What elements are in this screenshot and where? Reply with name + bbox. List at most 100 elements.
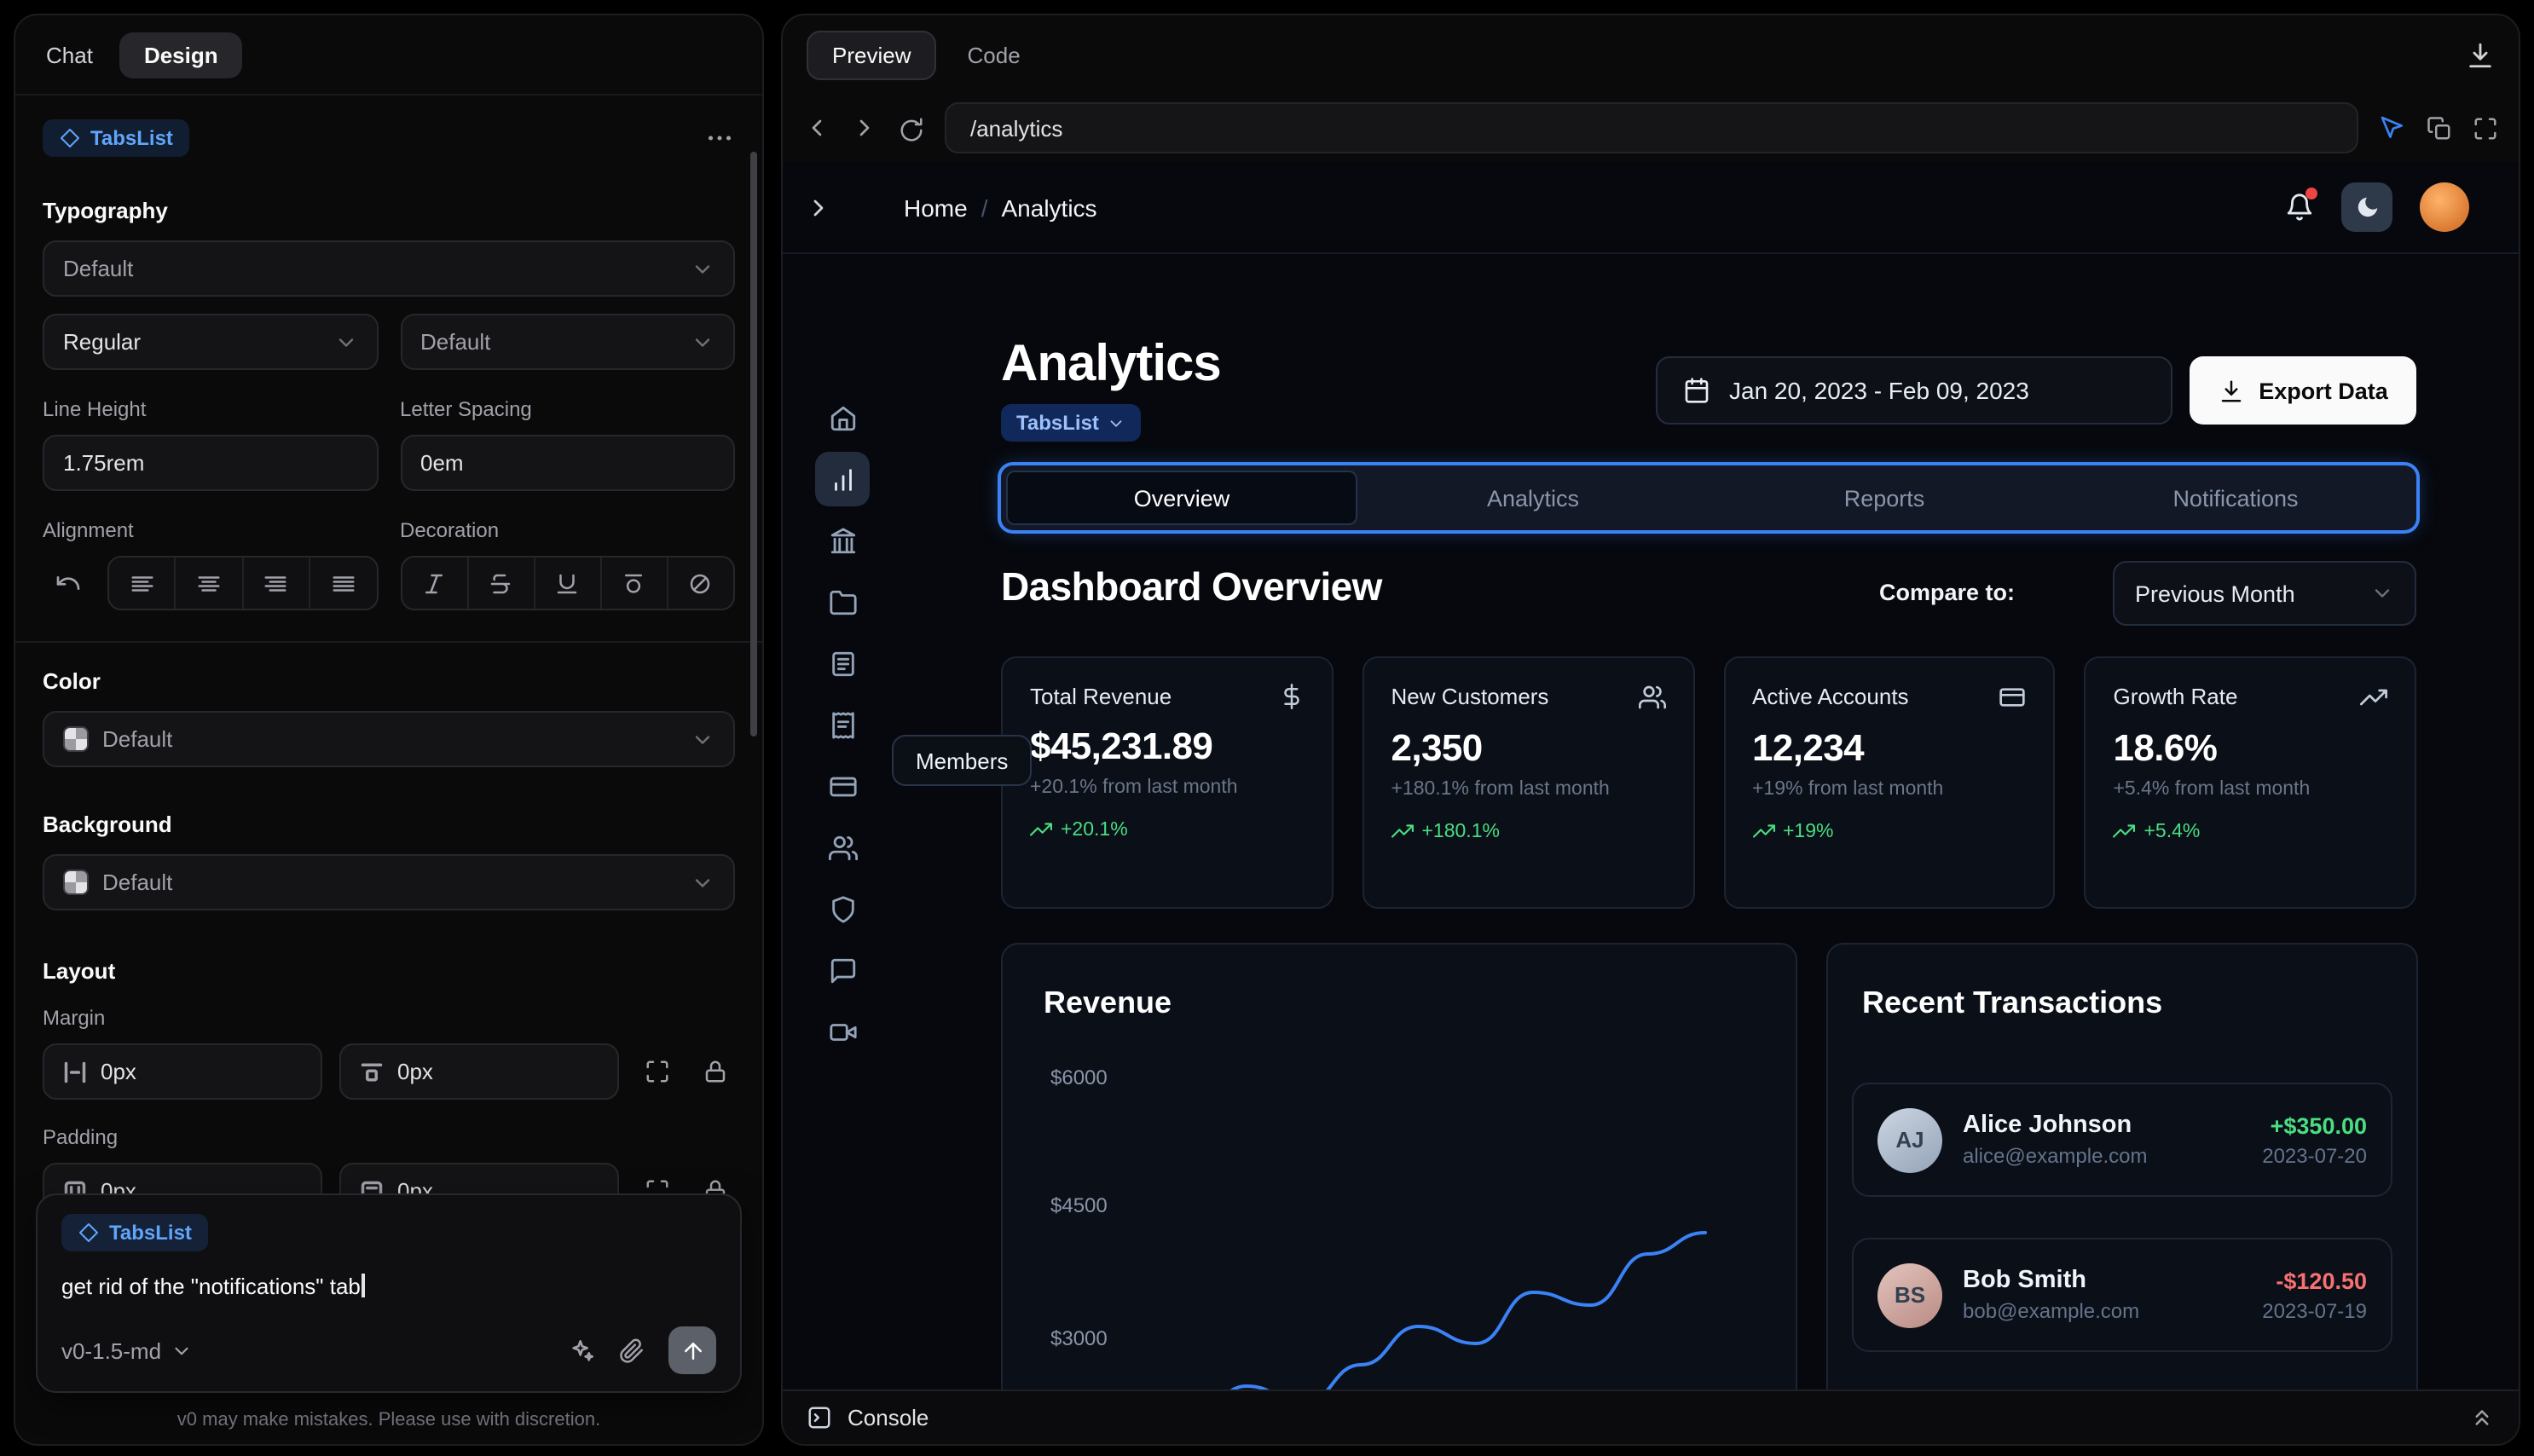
- strikethrough-icon[interactable]: [466, 558, 533, 609]
- align-center-icon[interactable]: [174, 558, 242, 609]
- tab-design[interactable]: Design: [119, 32, 242, 78]
- forward-icon[interactable]: [851, 114, 878, 142]
- stat-card-new-customers: New Customers 2,350 +180.1% from last mo…: [1362, 656, 1694, 909]
- sidebar-bank-icon[interactable]: [815, 513, 870, 568]
- tab-reports[interactable]: Reports: [1709, 471, 2060, 525]
- disclaimer-text: v0 may make mistakes. Please use with di…: [176, 1410, 601, 1430]
- color-section-label: Color: [43, 668, 101, 694]
- users-icon: [1638, 684, 1665, 711]
- chevron-down-icon: [691, 870, 714, 894]
- avatar: AJ: [1877, 1107, 1942, 1172]
- font-size-select[interactable]: Default: [400, 314, 735, 370]
- send-button[interactable]: [668, 1326, 716, 1374]
- design-panel: Chat Design TabsList Typography Default …: [14, 14, 764, 1446]
- typography-section-label: Typography: [43, 198, 168, 223]
- sidebar-analytics-icon[interactable]: [815, 452, 870, 506]
- font-weight-select[interactable]: Regular: [43, 314, 378, 370]
- app-viewport: Home / Analytics Members Analytics TabsL…: [783, 162, 2519, 1390]
- theme-toggle-button[interactable]: [2341, 182, 2392, 232]
- composer-input[interactable]: get rid of the "notifications" tab: [61, 1274, 716, 1299]
- fullscreen-icon[interactable]: [2473, 115, 2498, 141]
- url-input[interactable]: /analytics: [945, 102, 2358, 153]
- background-section-label: Background: [43, 812, 172, 837]
- trending-up-icon: [1752, 820, 1774, 842]
- breadcrumb-current: Analytics: [1001, 194, 1097, 221]
- model-select[interactable]: v0-1.5-md: [61, 1338, 192, 1363]
- selected-component-chip[interactable]: TabsList: [43, 119, 190, 157]
- compare-label: Compare to:: [1879, 580, 2016, 605]
- chevron-down-icon: [691, 257, 714, 280]
- color-select[interactable]: Default: [43, 711, 735, 767]
- tab-chat[interactable]: Chat: [46, 42, 93, 67]
- breadcrumb-separator: /: [981, 194, 988, 221]
- section-heading: Dashboard Overview: [1001, 564, 1382, 609]
- sidebar-credit-card-icon[interactable]: [815, 759, 870, 813]
- sidebar-folder-icon[interactable]: [815, 575, 870, 629]
- transaction-date: 2023-07-19: [2262, 1298, 2367, 1322]
- align-justify-icon[interactable]: [309, 558, 376, 609]
- align-right-icon[interactable]: [241, 558, 310, 609]
- copy-icon[interactable]: [2427, 115, 2452, 141]
- overline-icon[interactable]: [599, 558, 667, 609]
- stat-card-total-revenue: Total Revenue $45,231.89 +20.1% from las…: [1001, 656, 1334, 909]
- tab-notifications[interactable]: Notifications: [2060, 471, 2411, 525]
- panel-scrollbar[interactable]: [750, 152, 757, 737]
- font-family-select[interactable]: Default: [43, 240, 735, 297]
- date-range-button[interactable]: Jan 20, 2023 - Feb 09, 2023: [1656, 356, 2172, 425]
- underline-icon[interactable]: [533, 558, 599, 609]
- tab-overview[interactable]: Overview: [1006, 471, 1357, 525]
- margin-expand-icon[interactable]: [636, 1044, 677, 1099]
- background-select[interactable]: Default: [43, 854, 735, 910]
- sidebar-receipt-icon[interactable]: [815, 697, 870, 752]
- text-cursor: [362, 1274, 365, 1297]
- align-left-icon[interactable]: [109, 558, 175, 609]
- chevrons-up-icon[interactable]: [2469, 1405, 2495, 1430]
- decoration-control: [400, 556, 735, 610]
- user-avatar[interactable]: [2420, 182, 2469, 232]
- notifications-bell-icon[interactable]: [2285, 188, 2317, 222]
- undo-icon[interactable]: [43, 556, 94, 610]
- italic-icon[interactable]: [402, 558, 466, 609]
- more-options-button[interactable]: [704, 123, 735, 153]
- tab-analytics[interactable]: Analytics: [1357, 471, 1709, 525]
- margin-y-input[interactable]: 0px: [339, 1043, 619, 1100]
- export-data-button[interactable]: Export Data: [2190, 356, 2416, 425]
- inspect-cursor-icon[interactable]: [2379, 114, 2406, 142]
- sidebar-video-icon[interactable]: [815, 1004, 870, 1059]
- sidebar-document-icon[interactable]: [815, 636, 870, 690]
- transaction-amount: -$120.50: [2276, 1268, 2367, 1293]
- chat-composer[interactable]: TabsList get rid of the "notifications" …: [36, 1193, 742, 1393]
- back-icon[interactable]: [803, 114, 830, 142]
- sidebar-messages-icon[interactable]: [815, 943, 870, 997]
- margin-x-input[interactable]: 0px: [43, 1043, 322, 1100]
- download-icon[interactable]: [2466, 40, 2495, 69]
- console-label: Console: [848, 1405, 929, 1430]
- margin-lock-icon[interactable]: [694, 1044, 735, 1099]
- sidebar-toggle-icon[interactable]: [805, 194, 832, 221]
- transaction-row[interactable]: AJ Alice Johnson alice@example.com +$350…: [1852, 1083, 2392, 1197]
- tabs-list: Overview Analytics Reports Notifications: [1001, 465, 2416, 530]
- sidebar-members-icon[interactable]: [815, 820, 870, 875]
- transaction-row[interactable]: BS Bob Smith bob@example.com -$120.50 20…: [1852, 1238, 2392, 1352]
- selection-badge[interactable]: TabsList: [1001, 404, 1142, 442]
- background-swatch-icon: [63, 870, 89, 895]
- letter-spacing-label: Letter Spacing: [400, 397, 532, 421]
- tab-code[interactable]: Code: [954, 32, 1034, 78]
- line-height-input[interactable]: 1.75rem: [43, 435, 378, 491]
- no-decoration-icon[interactable]: [666, 558, 733, 609]
- letter-spacing-input[interactable]: 0em: [400, 435, 735, 491]
- sidebar-home-icon[interactable]: [815, 390, 870, 445]
- sidebar-security-icon[interactable]: [815, 881, 870, 936]
- revenue-line-path: [1229, 1231, 1707, 1390]
- attachment-icon[interactable]: [619, 1338, 645, 1363]
- composer-component-chip[interactable]: TabsList: [61, 1214, 209, 1251]
- component-diamond-icon: [60, 128, 80, 148]
- enhance-prompt-icon[interactable]: [568, 1337, 595, 1364]
- alignment-label: Alignment: [43, 518, 134, 542]
- panel-header: Chat Design: [15, 15, 762, 95]
- console-bar[interactable]: Console: [783, 1390, 2519, 1444]
- compare-select[interactable]: Previous Month: [2113, 561, 2416, 626]
- breadcrumb-home[interactable]: Home: [904, 194, 968, 221]
- tab-preview[interactable]: Preview: [807, 30, 937, 79]
- refresh-icon[interactable]: [899, 115, 924, 141]
